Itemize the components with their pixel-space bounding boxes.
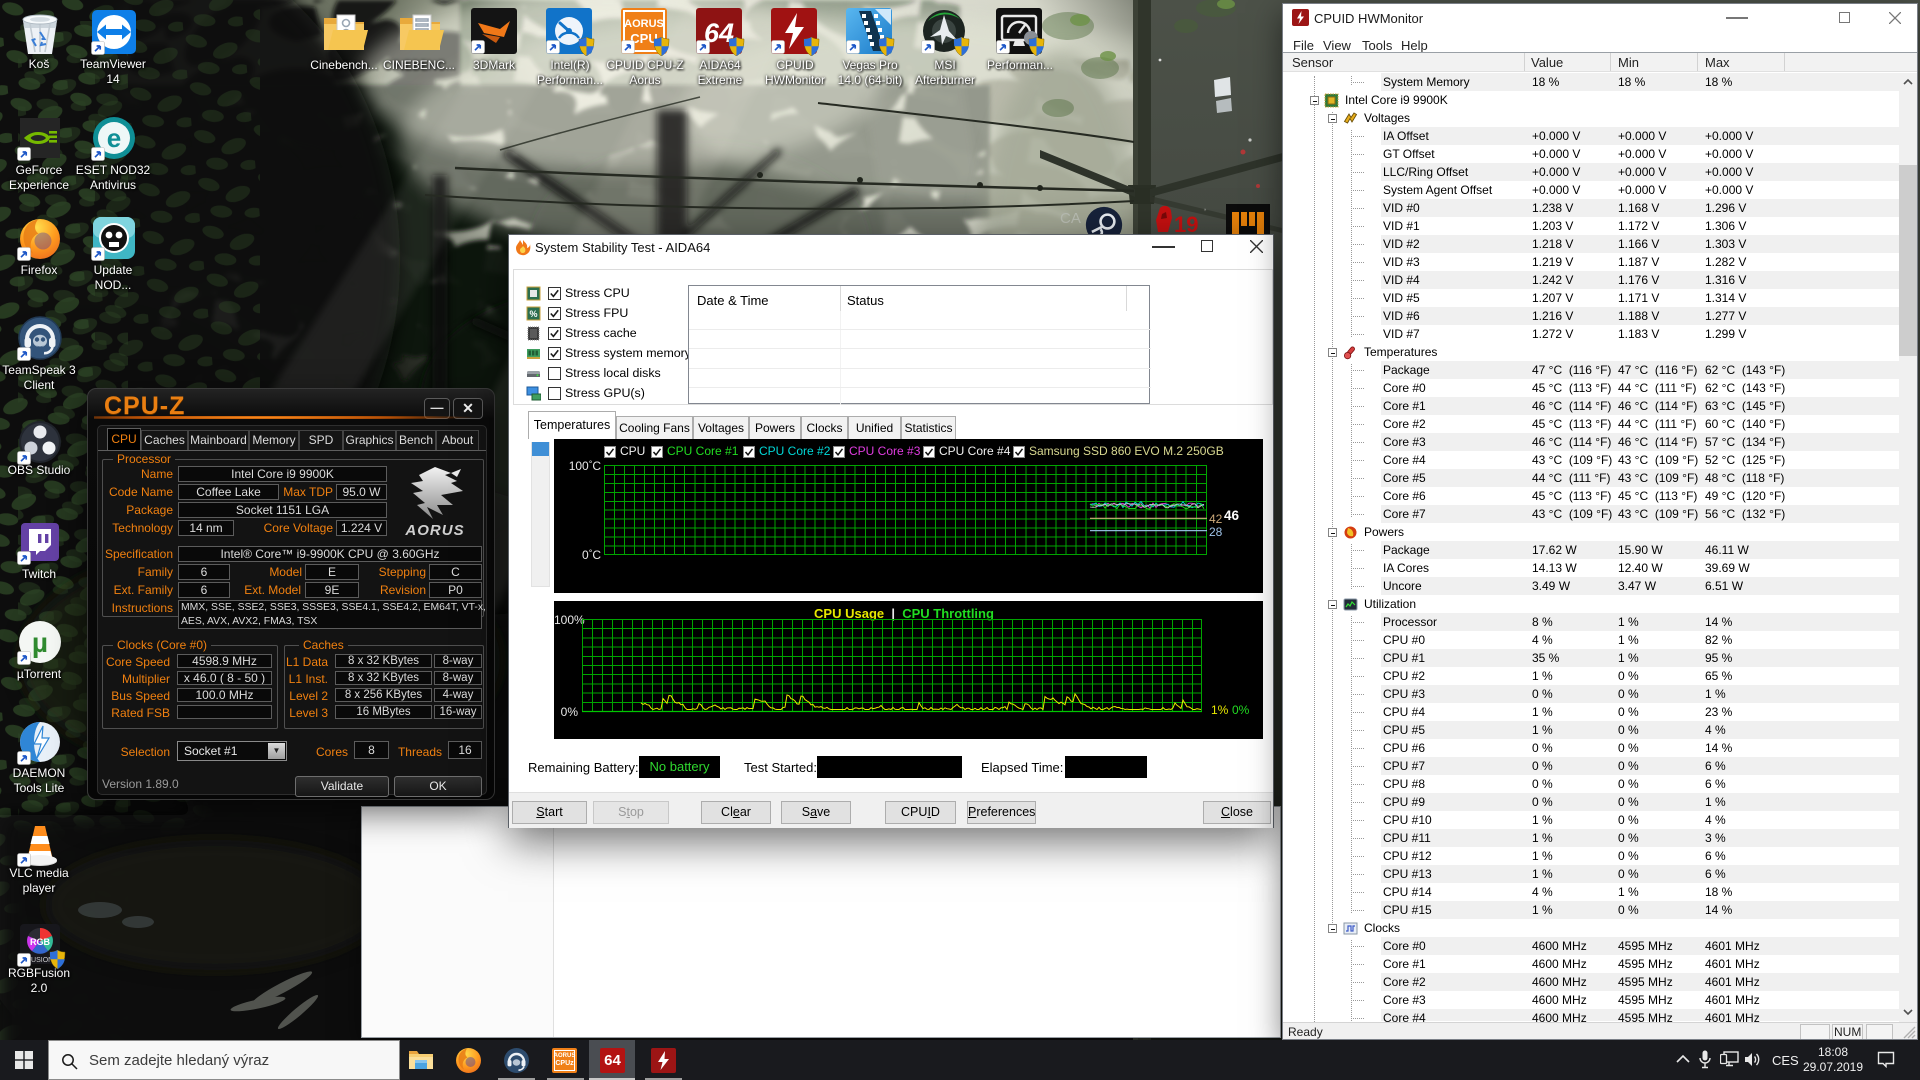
svg-text:AORUS: AORUS (624, 18, 664, 30)
svg-text:RGB: RGB (30, 937, 51, 947)
svg-text:AORUS: AORUS (404, 522, 464, 539)
svg-text:µ: µ (32, 627, 48, 658)
svg-text:e: e (107, 123, 121, 153)
svg-text:%: % (529, 309, 537, 319)
